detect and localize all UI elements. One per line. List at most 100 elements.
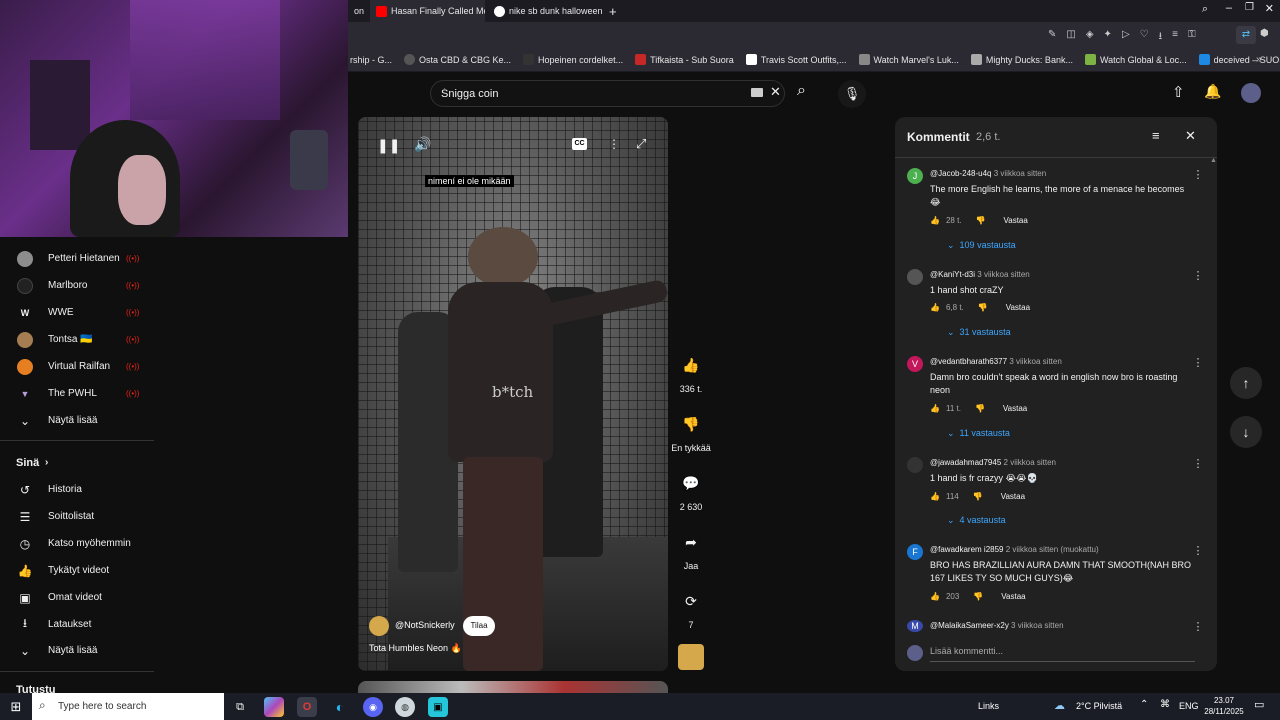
comments-button[interactable]: 💬 2 630: [671, 468, 711, 513]
chevron-up-icon[interactable]: ⌃: [1140, 699, 1148, 710]
remix-button[interactable]: ⟳ 7: [671, 586, 711, 631]
bookmark[interactable]: Mighty Ducks: Bank...: [970, 54, 1073, 65]
comment-author[interactable]: @Jacob-248-u4q: [930, 169, 992, 178]
captions-icon[interactable]: CC: [572, 138, 587, 150]
lock-icon[interactable]: ⚿: [1188, 29, 1196, 46]
shield-icon[interactable]: ◈: [1086, 29, 1094, 46]
pause-icon[interactable]: ❚❚: [377, 137, 400, 154]
sidebar-item-liked[interactable]: 👍 Tykätyt videot: [0, 557, 160, 584]
dislike-button[interactable]: 👎 En tykkää: [671, 409, 711, 454]
play-icon[interactable]: ▷: [1122, 29, 1130, 46]
sidebar-item-playlists[interactable]: ☰ Soittolistat: [0, 503, 160, 530]
comment-author[interactable]: @vedantbharath6377: [930, 357, 1007, 366]
account-avatar[interactable]: [1241, 83, 1261, 103]
view-replies-button[interactable]: ⌄ 11 vastausta: [947, 428, 1010, 439]
discord-icon[interactable]: ◉: [363, 697, 383, 717]
comment-author[interactable]: @fawadkarem i2859: [930, 545, 1004, 554]
you-section-header[interactable]: Sinä ›: [0, 449, 160, 476]
commenter-avatar[interactable]: M: [907, 620, 923, 632]
comment-time[interactable]: 2 viikkoa sitten (muokattu): [1006, 545, 1099, 554]
bookmark[interactable]: Hopeinen cordelket...: [523, 54, 623, 65]
network-icon[interactable]: ⌘: [1160, 699, 1170, 710]
camera-icon[interactable]: ◫: [1066, 29, 1075, 46]
comment-time[interactable]: 3 viikkoa sitten: [1011, 621, 1063, 630]
new-tab-button[interactable]: +: [603, 0, 623, 22]
menu-icon[interactable]: ≡: [1172, 29, 1178, 46]
add-comment-input[interactable]: Lisää kommentti...: [930, 646, 1195, 662]
reply-button[interactable]: Vastaa: [1001, 492, 1025, 501]
thumb-up-icon[interactable]: 👍: [930, 592, 940, 601]
comment-author[interactable]: @jawadahmad7945: [930, 458, 1001, 467]
notifications-icon[interactable]: ▭: [1254, 698, 1264, 711]
comment-time[interactable]: 3 viikkoa sitten: [977, 270, 1029, 279]
commenter-avatar[interactable]: J: [907, 168, 923, 184]
commenter-avatar[interactable]: [907, 269, 923, 285]
bookmark[interactable]: Travis Scott Outfits,...: [745, 54, 847, 65]
clear-search-icon[interactable]: ✕: [770, 84, 781, 100]
view-replies-button[interactable]: ⌄ 31 vastausta: [947, 327, 1011, 338]
windows-start-icon[interactable]: ⊞: [6, 697, 26, 717]
next-short-button[interactable]: ↓: [1230, 416, 1262, 448]
browser-tab[interactable]: nike sb dunk halloween -: [488, 0, 603, 22]
view-replies-button[interactable]: ⌄ 4 vastausta: [947, 515, 1006, 526]
sidebar-subscription[interactable]: Tontsa 🇺🇦 ((•)): [0, 326, 160, 353]
show-more-button[interactable]: ⌄ Näytä lisää: [0, 407, 160, 434]
search-icon[interactable]: ⌕: [797, 82, 806, 100]
thumb-up-icon[interactable]: 👍: [930, 303, 940, 312]
sidebar-item-watch-later[interactable]: ◷ Katso myöhemmin: [0, 530, 160, 557]
reply-button[interactable]: Vastaa: [1001, 592, 1025, 601]
task-view-icon[interactable]: ⧉: [230, 697, 250, 717]
bookmark[interactable]: Watch Marvel's Luk...: [858, 54, 959, 65]
opera-icon[interactable]: O: [297, 697, 317, 717]
bookmark[interactable]: deceived – SUORAT...: [1198, 54, 1280, 65]
upload-icon[interactable]: ⇧: [1172, 83, 1185, 101]
thumb-up-icon[interactable]: 👍: [930, 404, 940, 413]
sort-icon[interactable]: ≡: [1152, 128, 1160, 143]
sidebar-subscription[interactable]: Marlboro ((•)): [0, 272, 160, 299]
voice-search-icon[interactable]: 🎙: [838, 80, 866, 108]
thumb-down-icon[interactable]: 👎: [973, 592, 983, 601]
comment-author[interactable]: @KaniYt-d3i: [930, 270, 975, 279]
heart-icon[interactable]: ♡: [1140, 29, 1149, 46]
comment-time[interactable]: 3 viikkoa sitten: [994, 169, 1046, 178]
commenter-avatar[interactable]: F: [907, 544, 923, 560]
volume-icon[interactable]: 🔊: [414, 136, 431, 153]
reply-button[interactable]: Vastaa: [1006, 303, 1030, 312]
sidebar-item-history[interactable]: ↺ Historia: [0, 476, 160, 503]
view-replies-button[interactable]: ⌄ 109 vastausta: [947, 240, 1016, 251]
search-box[interactable]: ✕: [430, 80, 785, 107]
browser-tab[interactable]: on: [348, 0, 370, 22]
fullscreen-icon[interactable]: ⤢: [636, 136, 646, 152]
more-vert-icon[interactable]: ⋮: [1191, 356, 1205, 369]
edit-icon[interactable]: ✎: [1048, 29, 1056, 46]
sidebar-item-your-videos[interactable]: ▣ Omat videot: [0, 584, 160, 611]
more-vert-icon[interactable]: ⋮: [1191, 620, 1205, 633]
commenter-avatar[interactable]: V: [907, 356, 923, 372]
sidebar-subscription[interactable]: W WWE ((•)): [0, 299, 160, 326]
comment-author[interactable]: @MalaikaSameer-x2y: [930, 621, 1009, 630]
reply-button[interactable]: Vastaa: [1004, 216, 1028, 225]
comment-time[interactable]: 2 viikkoa sitten: [1004, 458, 1056, 467]
close-icon[interactable]: ✕: [1185, 128, 1196, 144]
sidebar-subscription[interactable]: ▼ The PWHL ((•)): [0, 380, 160, 407]
short-video-player[interactable]: b*tch nimení ei ole mikään ❚❚ 🔊 CC ⋮ ⤢ @…: [358, 117, 668, 671]
channel-name[interactable]: @NotSnickerly: [395, 620, 455, 630]
bookmark[interactable]: Watch Global & Loc...: [1084, 54, 1187, 65]
language-indicator[interactable]: ENG: [1179, 701, 1199, 711]
app-icon[interactable]: ▣: [428, 697, 448, 717]
app-icon[interactable]: ◍: [395, 697, 415, 717]
thumb-up-icon[interactable]: 👍: [930, 216, 940, 225]
weather-text[interactable]: 2°C Pilvistä: [1076, 701, 1122, 711]
like-button[interactable]: 👍 336 t.: [671, 350, 711, 395]
minimize-button[interactable]: –: [1226, 2, 1232, 14]
download-icon[interactable]: ⭳: [1159, 29, 1163, 46]
browser-tab-active[interactable]: Hasan Finally Called Me O: [370, 0, 485, 22]
bookmark[interactable]: Tifkaista - Sub Suora: [635, 54, 734, 65]
comments-scrollbar[interactable]: ▲: [1210, 157, 1217, 629]
commenter-avatar[interactable]: [907, 457, 923, 473]
maximize-button[interactable]: ❐: [1245, 2, 1254, 13]
links-toolbar[interactable]: Links: [978, 701, 999, 711]
sidebar-item-downloads[interactable]: ⭳ Lataukset: [0, 611, 160, 638]
search-tabs-icon[interactable]: ⌕: [1202, 3, 1208, 16]
more-vert-icon[interactable]: ⋮: [1191, 269, 1205, 282]
